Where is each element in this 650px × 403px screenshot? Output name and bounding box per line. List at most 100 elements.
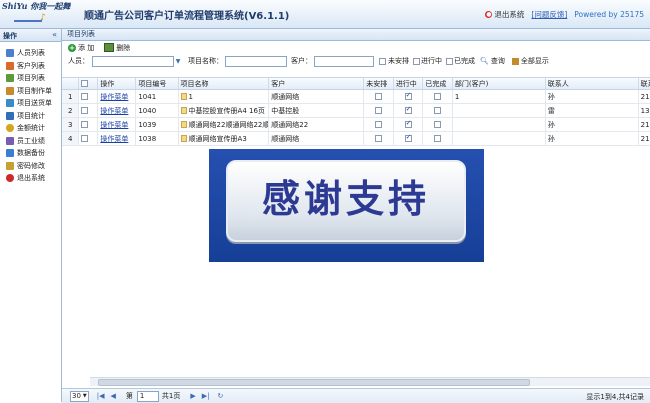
add-button[interactable]: + 添 加	[68, 43, 94, 53]
completed-checkbox[interactable]	[434, 121, 442, 128]
cell-customer: 顺通网络	[268, 131, 365, 146]
cell-id: 1041	[135, 89, 179, 104]
in-progress-checkbox[interactable]	[413, 57, 420, 65]
in-progress-checkbox[interactable]	[404, 105, 412, 114]
money-icon	[6, 124, 14, 133]
thanks-banner: 感谢支持	[209, 149, 484, 262]
exit-system-link[interactable]: ● 退出系统	[485, 9, 524, 20]
cell-customer: 顺通网络	[268, 89, 365, 104]
row-number: 2	[62, 103, 80, 118]
sidebar-item-projects[interactable]: 项目列表	[0, 72, 61, 85]
grid-icon	[511, 57, 519, 65]
select-all-checkbox[interactable]	[81, 80, 89, 87]
cell-name: 1	[188, 92, 194, 101]
customer-icon	[6, 61, 14, 70]
sidebar-item-password[interactable]: 密码修改	[0, 160, 61, 173]
first-page-icon[interactable]: |◀	[97, 392, 105, 400]
cell-id: 1039	[135, 117, 179, 132]
delete-button[interactable]: 删除	[104, 43, 130, 53]
sidebar-item-backup[interactable]: 数据备份	[0, 147, 61, 160]
page-prefix: 第	[125, 392, 133, 400]
thanks-text: 感谢支持	[261, 177, 430, 221]
row-number: 1	[62, 89, 80, 104]
unscheduled-checkbox[interactable]	[375, 135, 383, 142]
completed-checkbox[interactable]	[434, 135, 442, 142]
cell-dept	[452, 117, 546, 132]
cell-customer: 中基控股	[268, 103, 365, 118]
op-menu-link[interactable]: 操作菜单	[100, 107, 128, 115]
work-order-icon	[6, 86, 14, 95]
row-checkbox[interactable]	[81, 135, 89, 142]
music-note-icon: ♪	[40, 13, 46, 23]
sidebar-item-exit[interactable]: 退出系统	[0, 172, 61, 185]
sidebar-item-customers[interactable]: 客户列表	[0, 60, 61, 73]
file-icon	[180, 121, 187, 128]
sidebar-item-project-stats[interactable]: 项目统计	[0, 110, 61, 123]
collapse-icon[interactable]: «	[52, 30, 57, 39]
cell-dept	[452, 131, 546, 146]
person-label: 人员：	[68, 57, 89, 65]
sidebar-item-users[interactable]: 人员列表	[0, 47, 61, 60]
in-progress-checkbox[interactable]	[404, 119, 412, 128]
cell-name: 顺通网络宣传册A3	[188, 134, 247, 143]
show-all-button[interactable]: 全部显示	[511, 56, 549, 66]
horizontal-scrollbar[interactable]	[90, 377, 650, 386]
add-icon: +	[68, 43, 76, 52]
file-icon	[180, 135, 187, 142]
powered-by-link[interactable]: Powered by 25175	[574, 10, 644, 19]
table-row[interactable]: 1操作菜单10411顺通网络1孙2139812	[62, 89, 650, 104]
logo-text: ShiYu 你我一起舞	[2, 1, 71, 11]
page-size-select[interactable]: 30 ▼	[70, 390, 89, 402]
scrollbar-thumb[interactable]	[98, 379, 530, 386]
last-page-icon[interactable]: ▶|	[202, 392, 210, 400]
query-button[interactable]: 🔍︎ 查询	[480, 56, 505, 66]
op-menu-link[interactable]: 操作菜单	[100, 121, 128, 129]
unscheduled-checkbox[interactable]	[375, 107, 383, 114]
users-icon	[6, 49, 14, 58]
sidebar-item-delivery[interactable]: 项目送货单	[0, 97, 61, 110]
col-name: 项目名称	[178, 78, 270, 90]
unscheduled-checkbox[interactable]	[379, 57, 386, 65]
page-input[interactable]: 1	[136, 390, 159, 402]
col-op: 操作	[97, 78, 137, 90]
completed-checkbox[interactable]	[446, 57, 453, 65]
chevron-down-icon[interactable]: ▼	[174, 57, 182, 66]
top-bar: ShiYu 你我一起舞 ♪ 顺通广告公司客户订单流程管理系统(V6.1.1) ●…	[0, 0, 650, 29]
file-icon	[180, 107, 187, 114]
unscheduled-checkbox[interactable]	[375, 93, 383, 100]
row-checkbox[interactable]	[81, 121, 89, 128]
col-phone: 联系电话	[638, 78, 650, 90]
row-checkbox[interactable]	[81, 93, 89, 100]
sidebar-item-performance[interactable]: 员工业绩	[0, 135, 61, 148]
cell-phone: 1377798	[638, 103, 650, 118]
col-id: 项目编号	[135, 78, 179, 90]
in-progress-checkbox[interactable]	[404, 91, 412, 100]
cell-contact: 雷	[545, 103, 639, 118]
sidebar-item-money-stats[interactable]: 金额统计	[0, 122, 61, 135]
person-select[interactable]	[92, 55, 174, 67]
sidebar-title: 操作	[3, 32, 17, 40]
pager: 30 ▼ |◀ ◀ 第 1 共1页 ▶ ▶| ↻ 显示1到4,共4记录	[62, 388, 650, 403]
completed-checkbox[interactable]	[434, 93, 442, 100]
row-checkbox[interactable]	[81, 107, 89, 114]
op-menu-link[interactable]: 操作菜单	[100, 135, 128, 143]
feedback-link[interactable]: [问题反馈]	[531, 9, 567, 20]
table-body: 1操作菜单10411顺通网络1孙21398122操作菜单1040中基控股宣传册A…	[62, 89, 650, 146]
sidebar-item-work-orders[interactable]: 项目制作单	[0, 85, 61, 98]
next-page-icon[interactable]: ▶	[190, 392, 195, 400]
search-bar: 人员： ▼ 项目名称： 客户： 未安排 进行中 已完成 🔍︎ 查询 全部显示	[68, 55, 549, 67]
customer-input[interactable]	[314, 55, 374, 67]
unscheduled-checkbox[interactable]	[375, 121, 383, 128]
op-menu-link[interactable]: 操作菜单	[100, 93, 128, 101]
table-row[interactable]: 2 操作菜单 1040 中基控股宣传册A4 16页中基控股 雷1377798	[62, 103, 650, 118]
prev-page-icon[interactable]: ◀	[111, 392, 116, 400]
refresh-icon[interactable]: ↻	[218, 392, 224, 400]
in-progress-checkbox[interactable]	[404, 133, 412, 142]
table-row[interactable]: 3 操作菜单 1039 顺通网络22顺通网络22顺顺通网络22 孙2139812	[62, 117, 650, 132]
search-icon: 🔍︎	[480, 57, 489, 65]
completed-checkbox[interactable]	[434, 107, 442, 114]
cell-customer: 顺通网络22	[268, 117, 365, 132]
table-row[interactable]: 4 操作菜单 1038 顺通网络宣传册A3 顺通网络 孙2139812	[62, 131, 650, 146]
project-name-input[interactable]	[225, 55, 287, 67]
cell-dept: 1	[452, 89, 546, 104]
